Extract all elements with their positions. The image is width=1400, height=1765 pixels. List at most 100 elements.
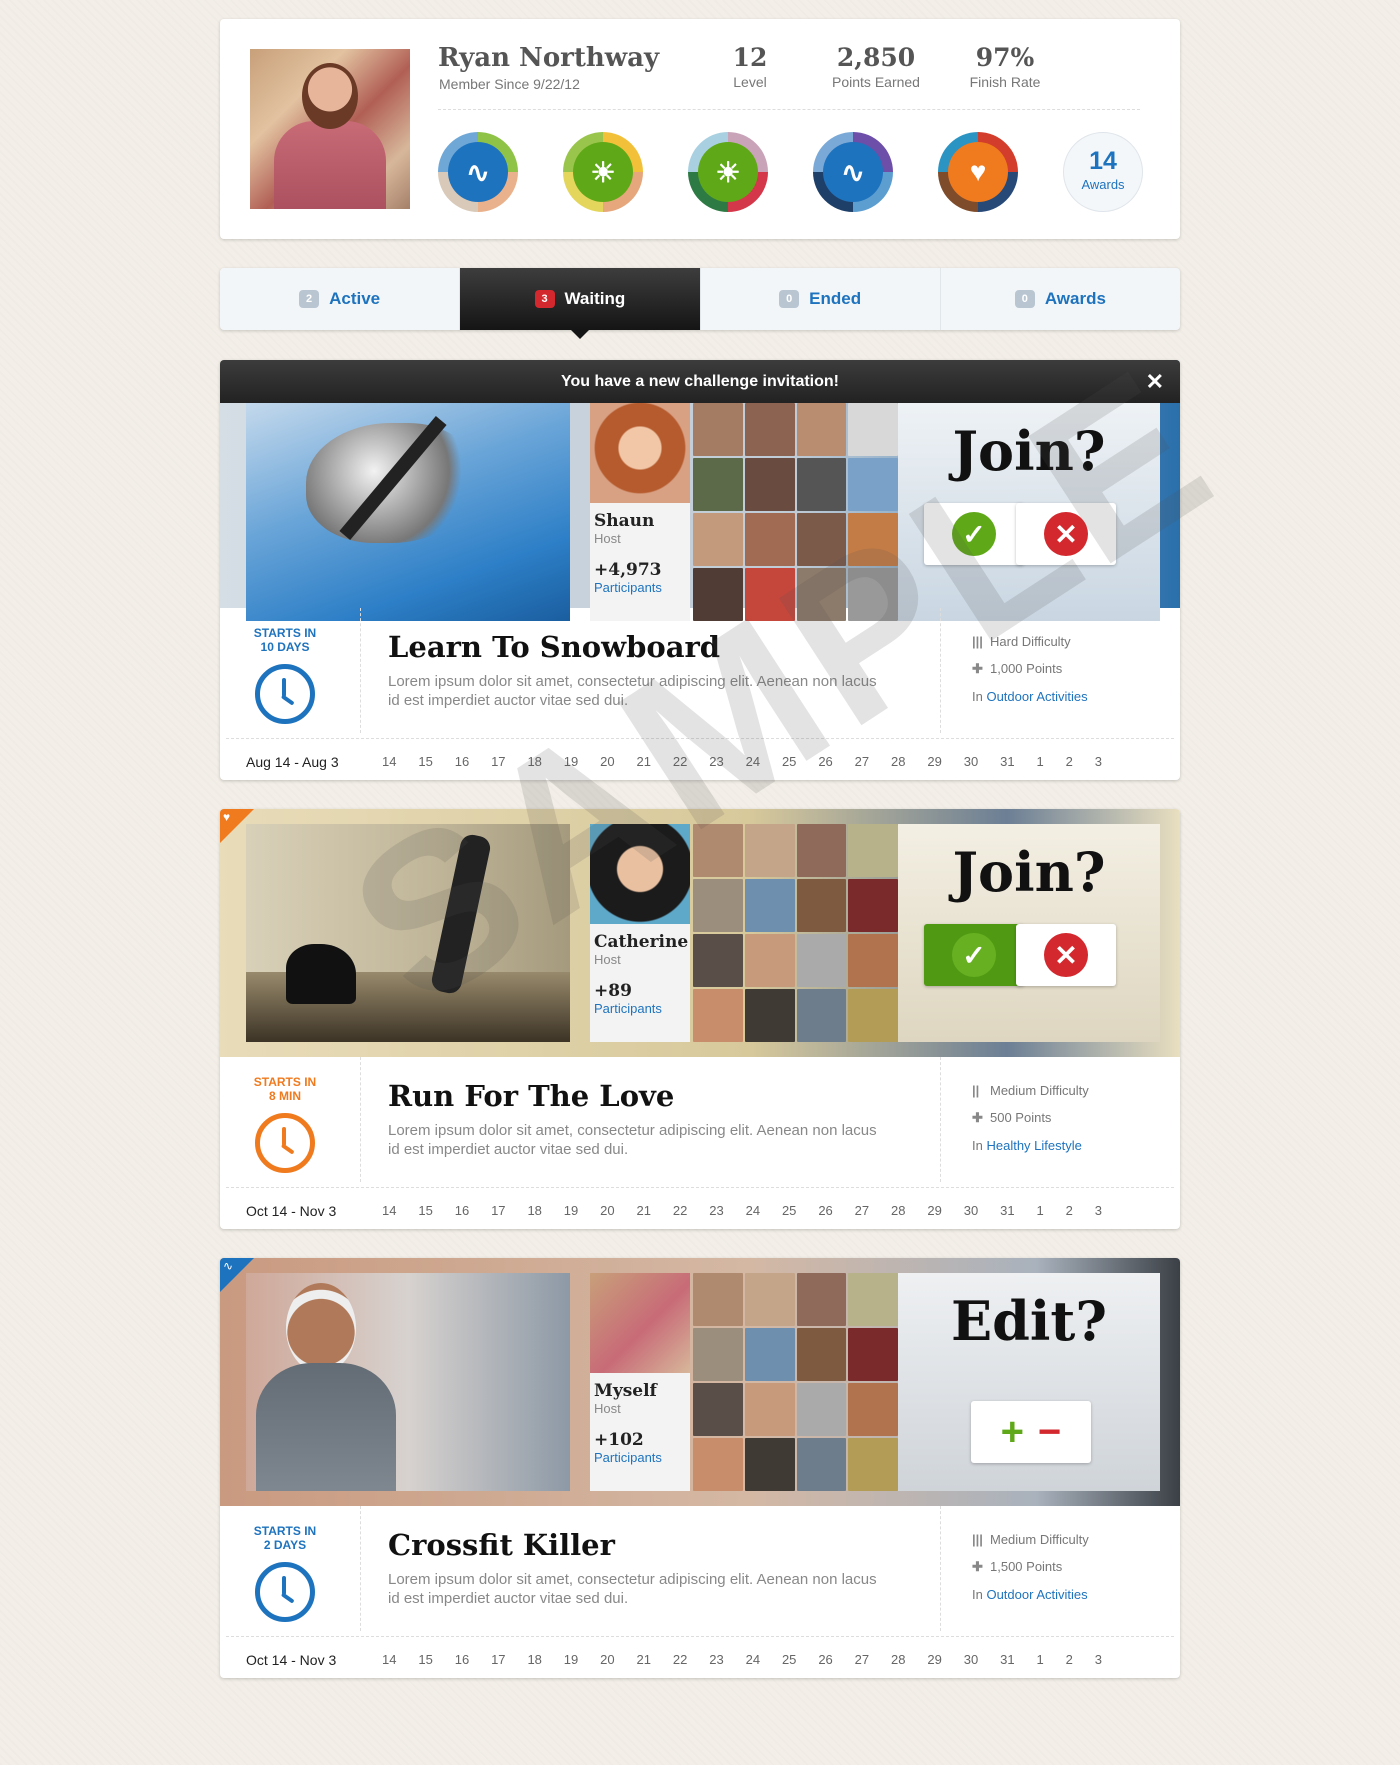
calendar-day[interactable]: 1 (1036, 1652, 1043, 1667)
calendar-day[interactable]: 2 (1066, 1652, 1073, 1667)
difficulty-icon: ||| (972, 634, 983, 649)
calendar-day[interactable]: 19 (564, 754, 578, 769)
calendar-day[interactable]: 23 (709, 754, 723, 769)
calendar-day[interactable]: 21 (637, 1203, 651, 1218)
awards-badge[interactable]: 14 Awards (1063, 132, 1143, 212)
calendar-day[interactable]: 21 (637, 1652, 651, 1667)
join-panel: Join? ✓ ✕ (898, 824, 1160, 1042)
avatar[interactable] (250, 49, 410, 209)
calendar-day[interactable]: 18 (527, 754, 541, 769)
calendar-day[interactable]: 30 (964, 1203, 978, 1218)
calendar-day[interactable]: 30 (964, 754, 978, 769)
edit-participants-button[interactable]: + − (971, 1401, 1091, 1463)
challenge-title[interactable]: Run For The Love (388, 1079, 674, 1113)
badge-heart-icon[interactable]: ♥ (938, 132, 1018, 212)
calendar-day[interactable]: 2 (1066, 1203, 1073, 1218)
badge-sun-icon[interactable]: ☀ (563, 132, 643, 212)
minus-icon[interactable]: − (1038, 1410, 1061, 1455)
calendar-day[interactable]: 31 (1000, 1652, 1014, 1667)
challenge-card: ∿ Myself Host +102 Participants Edit? + … (220, 1258, 1180, 1678)
calendar-day[interactable]: 28 (891, 754, 905, 769)
calendar-day[interactable]: 16 (455, 1652, 469, 1667)
badge-sun-icon-2[interactable]: ☀ (688, 132, 768, 212)
calendar-day[interactable]: 16 (455, 754, 469, 769)
participants-link[interactable]: Participants (594, 1450, 690, 1465)
challenge-title[interactable]: Crossfit Killer (388, 1528, 615, 1562)
stat-level: 12 Level (732, 43, 768, 90)
calendar-day[interactable]: 27 (855, 1203, 869, 1218)
plus-icon[interactable]: + (1001, 1410, 1024, 1455)
calendar-day[interactable]: 23 (709, 1652, 723, 1667)
calendar-day[interactable]: 17 (491, 1203, 505, 1218)
calendar-day[interactable]: 25 (782, 1652, 796, 1667)
calendar-day[interactable]: 3 (1095, 754, 1102, 769)
calendar-day[interactable]: 26 (818, 754, 832, 769)
calendar-day[interactable]: 17 (491, 1652, 505, 1667)
calendar-day[interactable]: 16 (455, 1203, 469, 1218)
calendar-day[interactable]: 18 (527, 1652, 541, 1667)
starts-in: STARTS IN 10 DAYS (240, 626, 330, 724)
calendar-day[interactable]: 25 (782, 1203, 796, 1218)
decline-button[interactable]: ✕ (1016, 503, 1116, 565)
calendar-day[interactable]: 28 (891, 1652, 905, 1667)
tab-active[interactable]: 2 Active (220, 268, 461, 330)
calendar-day[interactable]: 19 (564, 1652, 578, 1667)
calendar-day[interactable]: 17 (491, 754, 505, 769)
calendar-day[interactable]: 15 (418, 1652, 432, 1667)
close-icon[interactable]: ✕ (1146, 360, 1164, 403)
calendar-day[interactable]: 27 (855, 754, 869, 769)
calendar-day[interactable]: 29 (927, 754, 941, 769)
challenge-meta: ||| Hard Difficulty ✚ 1,000 Points In Outd… (972, 634, 1088, 704)
calendar-day[interactable]: 29 (927, 1652, 941, 1667)
calendar-day[interactable]: 23 (709, 1203, 723, 1218)
calendar-day[interactable]: 14 (382, 1203, 396, 1218)
profile-card: Ryan Northway Member Since 9/22/12 12 Le… (220, 19, 1180, 239)
calendar-day[interactable]: 19 (564, 1203, 578, 1218)
category-link[interactable]: Outdoor Activities (986, 689, 1087, 704)
badge-pulse-icon[interactable]: ∿ (438, 132, 518, 212)
calendar-day[interactable]: 29 (927, 1203, 941, 1218)
calendar-day[interactable]: 1 (1036, 1203, 1043, 1218)
calendar-day[interactable]: 26 (818, 1203, 832, 1218)
calendar-day[interactable]: 14 (382, 754, 396, 769)
accept-button[interactable]: ✓ (924, 503, 1024, 565)
challenge-title[interactable]: Learn To Snowboard (388, 630, 720, 664)
calendar-day[interactable]: 2 (1066, 754, 1073, 769)
participants-grid (693, 403, 898, 621)
participants-link[interactable]: Participants (594, 580, 690, 595)
calendar-day[interactable]: 20 (600, 1652, 614, 1667)
tab-ended[interactable]: 0 Ended (701, 268, 941, 330)
calendar-day[interactable]: 24 (746, 1203, 760, 1218)
calendar-day[interactable]: 20 (600, 754, 614, 769)
calendar-day[interactable]: 30 (964, 1652, 978, 1667)
calendar-day[interactable]: 3 (1095, 1652, 1102, 1667)
calendar-day[interactable]: 22 (673, 754, 687, 769)
calendar-day[interactable]: 31 (1000, 754, 1014, 769)
calendar-day[interactable]: 31 (1000, 1203, 1014, 1218)
calendar-day[interactable]: 26 (818, 1652, 832, 1667)
calendar-day[interactable]: 14 (382, 1652, 396, 1667)
participants-link[interactable]: Participants (594, 1001, 690, 1016)
calendar-day[interactable]: 22 (673, 1652, 687, 1667)
calendar-day[interactable]: 15 (418, 1203, 432, 1218)
calendar-day[interactable]: 15 (418, 754, 432, 769)
category-link[interactable]: Healthy Lifestyle (986, 1138, 1081, 1153)
tab-awards[interactable]: 0 Awards (941, 268, 1180, 330)
calendar-day[interactable]: 21 (637, 754, 651, 769)
calendar-day[interactable]: 25 (782, 754, 796, 769)
calendar-day[interactable]: 18 (527, 1203, 541, 1218)
decline-button[interactable]: ✕ (1016, 924, 1116, 986)
calendar-day[interactable]: 22 (673, 1203, 687, 1218)
accept-button[interactable]: ✓ (924, 924, 1024, 986)
calendar-day[interactable]: 1 (1036, 754, 1043, 769)
calendar-day[interactable]: 24 (746, 1652, 760, 1667)
badge-pulse-icon-2[interactable]: ∿ (813, 132, 893, 212)
calendar-day[interactable]: 24 (746, 754, 760, 769)
tab-waiting[interactable]: 3 Waiting (460, 268, 701, 339)
calendar-day[interactable]: 20 (600, 1203, 614, 1218)
calendar-day[interactable]: 3 (1095, 1203, 1102, 1218)
calendar-day[interactable]: 28 (891, 1203, 905, 1218)
challenge-card: You have a new challenge invitation! ✕ S… (220, 360, 1180, 780)
calendar-day[interactable]: 27 (855, 1652, 869, 1667)
category-link[interactable]: Outdoor Activities (986, 1587, 1087, 1602)
